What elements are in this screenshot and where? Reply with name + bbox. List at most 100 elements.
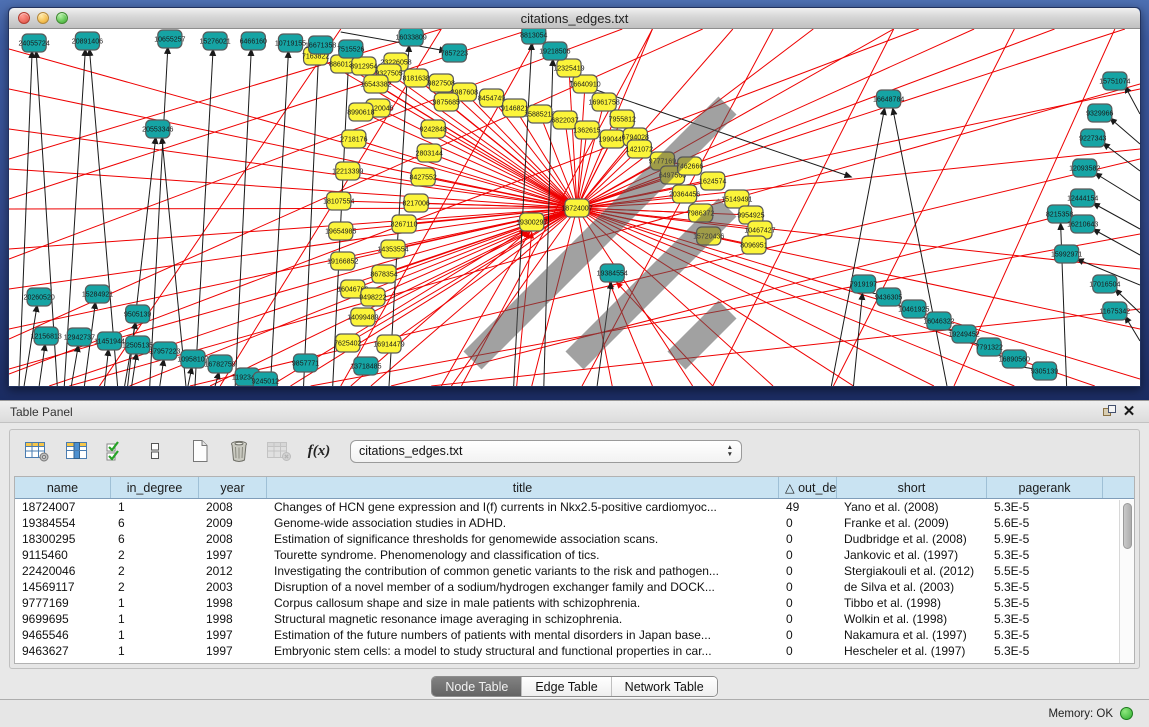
cell-year[interactable]: 1997	[199, 627, 267, 643]
cell-pagerank[interactable]: 5.9E-5	[987, 531, 1103, 547]
cell-short[interactable]: Dudbridge et al. (2008)	[837, 531, 987, 547]
cell-out_degree[interactable]: 0	[779, 515, 837, 531]
cell-year[interactable]: 2012	[199, 563, 267, 579]
cell-out_degree[interactable]: 0	[779, 595, 837, 611]
cell-year[interactable]: 2008	[199, 531, 267, 547]
cell-year[interactable]: 2009	[199, 515, 267, 531]
cell-short[interactable]: Nakamura et al. (1997)	[837, 627, 987, 643]
function-builder-button[interactable]: f(x)	[307, 437, 331, 465]
cell-name[interactable]: 9699695	[15, 611, 111, 627]
cell-pagerank[interactable]: 5.5E-5	[987, 563, 1103, 579]
cell-pagerank[interactable]: 5.3E-5	[987, 579, 1103, 595]
cell-short[interactable]: Hescheler et al. (1997)	[837, 643, 987, 659]
table-row[interactable]: 911546021997Tourette syndrome. Phenomeno…	[15, 547, 1134, 563]
table-row[interactable]: 977716911998Corpus callosum shape and si…	[15, 595, 1134, 611]
cell-name[interactable]: 19384554	[15, 515, 111, 531]
cell-short[interactable]: Stergiakouli et al. (2012)	[837, 563, 987, 579]
show-columns-button[interactable]	[65, 437, 89, 465]
cell-out_degree[interactable]: 0	[779, 531, 837, 547]
cell-year[interactable]: 2003	[199, 579, 267, 595]
cell-name[interactable]: 9115460	[15, 547, 111, 563]
cell-in_degree[interactable]: 1	[111, 595, 199, 611]
cell-out_degree[interactable]: 0	[779, 627, 837, 643]
delete-table-button-disabled[interactable]	[266, 437, 292, 465]
table-row[interactable]: 1830029562008Estimation of significance …	[15, 531, 1134, 547]
cell-in_degree[interactable]: 1	[111, 499, 199, 515]
column-header-short[interactable]: short	[837, 477, 987, 498]
column-header-name[interactable]: name	[15, 477, 111, 498]
cell-in_degree[interactable]: 2	[111, 547, 199, 563]
tab-network-table[interactable]: Network Table	[612, 677, 717, 696]
cell-name[interactable]: 9777169	[15, 595, 111, 611]
cell-in_degree[interactable]: 1	[111, 611, 199, 627]
cell-title[interactable]: Estimation of the future numbers of pati…	[267, 627, 779, 643]
table-row[interactable]: 946362711997Embryonic stem cells: a mode…	[15, 643, 1134, 659]
minimize-window-button[interactable]	[37, 12, 49, 24]
cell-pagerank[interactable]: 5.3E-5	[987, 547, 1103, 563]
delete-column-button[interactable]	[227, 437, 251, 465]
cell-in_degree[interactable]: 6	[111, 531, 199, 547]
cell-name[interactable]: 14569117	[15, 579, 111, 595]
tab-node-table[interactable]: Node Table	[432, 677, 522, 696]
cell-title[interactable]: Structural magnetic resonance image aver…	[267, 611, 779, 627]
cell-name[interactable]: 9463627	[15, 643, 111, 659]
table-row[interactable]: 946554611997Estimation of the future num…	[15, 627, 1134, 643]
table-scrollbar[interactable]	[1119, 500, 1134, 663]
cell-out_degree[interactable]: 0	[779, 579, 837, 595]
cell-in_degree[interactable]: 1	[111, 643, 199, 659]
float-panel-button[interactable]	[1099, 403, 1119, 421]
column-header-year[interactable]: year	[199, 477, 267, 498]
cell-pagerank[interactable]: 5.3E-5	[987, 499, 1103, 515]
cell-year[interactable]: 2008	[199, 499, 267, 515]
cell-name[interactable]: 18724007	[15, 499, 111, 515]
cell-pagerank[interactable]: 5.3E-5	[987, 595, 1103, 611]
cell-in_degree[interactable]: 1	[111, 627, 199, 643]
cell-title[interactable]: Estimation of significance thresholds fo…	[267, 531, 779, 547]
column-header-in_degree[interactable]: in_degree	[111, 477, 199, 498]
zoom-window-button[interactable]	[56, 12, 68, 24]
unselect-all-button[interactable]	[143, 437, 167, 465]
cell-short[interactable]: Jankovic et al. (1997)	[837, 547, 987, 563]
table-row[interactable]: 2242004622012Investigating the contribut…	[15, 563, 1134, 579]
cell-year[interactable]: 1998	[199, 611, 267, 627]
cell-short[interactable]: Franke et al. (2009)	[837, 515, 987, 531]
cell-in_degree[interactable]: 2	[111, 579, 199, 595]
tab-edge-table[interactable]: Edge Table	[522, 677, 611, 696]
cell-name[interactable]: 9465546	[15, 627, 111, 643]
table-row[interactable]: 969969511998Structural magnetic resonanc…	[15, 611, 1134, 627]
column-header-out_degree[interactable]: △ out_de...	[779, 477, 837, 498]
cell-title[interactable]: Genome-wide association studies in ADHD.	[267, 515, 779, 531]
cell-title[interactable]: Changes of HCN gene expression and I(f) …	[267, 499, 779, 515]
cell-pagerank[interactable]: 5.6E-5	[987, 515, 1103, 531]
select-all-button[interactable]	[104, 437, 128, 465]
network-window-titlebar[interactable]: citations_edges.txt	[9, 8, 1140, 29]
column-header-pagerank[interactable]: pagerank	[987, 477, 1103, 498]
table-row[interactable]: 1872400712008Changes of HCN gene express…	[15, 499, 1134, 515]
table-row[interactable]: 1456911722003Disruption of a novel membe…	[15, 579, 1134, 595]
cell-pagerank[interactable]: 5.3E-5	[987, 611, 1103, 627]
cell-title[interactable]: Disruption of a novel member of a sodium…	[267, 579, 779, 595]
cell-in_degree[interactable]: 6	[111, 515, 199, 531]
cell-title[interactable]: Embryonic stem cells: a model to study s…	[267, 643, 779, 659]
cell-short[interactable]: de Silva et al. (2003)	[837, 579, 987, 595]
cell-short[interactable]: Yano et al. (2008)	[837, 499, 987, 515]
cell-short[interactable]: Wolkin et al. (1998)	[837, 611, 987, 627]
cell-name[interactable]: 18300295	[15, 531, 111, 547]
table-mode-button[interactable]	[24, 437, 50, 465]
cell-title[interactable]: Investigating the contribution of common…	[267, 563, 779, 579]
new-column-button[interactable]	[188, 437, 212, 465]
column-header-title[interactable]: title	[267, 477, 779, 498]
scrollbar-thumb[interactable]	[1123, 503, 1132, 549]
cell-year[interactable]: 1998	[199, 595, 267, 611]
cell-year[interactable]: 1997	[199, 547, 267, 563]
table-row[interactable]: 1938455462009Genome-wide association stu…	[15, 515, 1134, 531]
network-view-canvas[interactable]: 1872400719300297716382288601288912954232…	[9, 29, 1140, 386]
cell-out_degree[interactable]: 49	[779, 499, 837, 515]
cell-in_degree[interactable]: 2	[111, 563, 199, 579]
cell-pagerank[interactable]: 5.3E-5	[987, 643, 1103, 659]
close-panel-button[interactable]: ✕	[1119, 403, 1139, 421]
cell-pagerank[interactable]: 5.3E-5	[987, 627, 1103, 643]
window-resize-grip-icon[interactable]	[9, 29, 1140, 386]
cell-out_degree[interactable]: 0	[779, 611, 837, 627]
cell-title[interactable]: Tourette syndrome. Phenomenology and cla…	[267, 547, 779, 563]
